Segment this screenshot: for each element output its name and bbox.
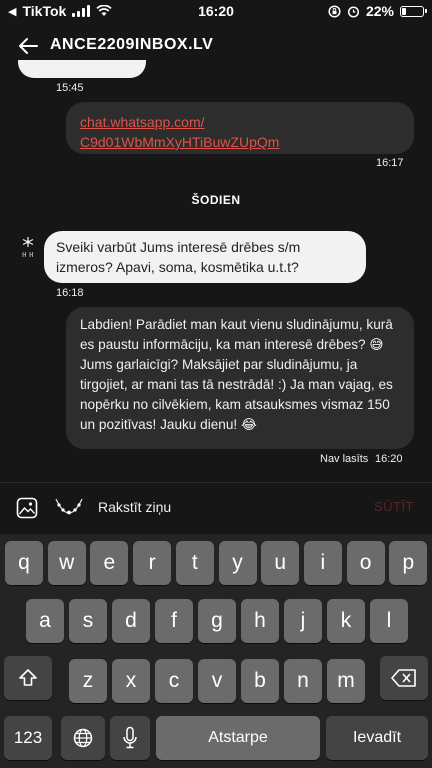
incoming-message-bubble[interactable]: Sveiki varbūt Jums interesē drēbes s/m i… [44,231,366,283]
shift-key[interactable] [4,656,52,700]
key-i[interactable]: i [303,541,342,585]
sticker-icon[interactable] [54,497,84,519]
message-time: 16:18 [56,287,84,299]
message-time: 16:20 [375,453,403,465]
key-j[interactable]: j [284,599,322,643]
back-arrow-icon[interactable] [16,34,40,58]
key-y[interactable]: y [218,541,257,585]
gallery-icon[interactable] [16,497,38,519]
key-l[interactable]: l [370,599,408,643]
key-e[interactable]: e [90,541,129,585]
battery-icon [400,5,427,17]
outgoing-link-bubble[interactable]: chat.whatsapp.com/ C9d01WbMmXyHTiBuwZUpQ… [66,102,414,154]
dictation-key[interactable] [110,716,150,760]
send-button[interactable]: SŪTĪT [374,499,414,514]
microphone-icon [123,726,137,749]
key-a[interactable]: a [26,599,64,643]
key-r[interactable]: r [133,541,172,585]
message-time: 16:17 [376,157,404,169]
key-z[interactable]: z [69,659,107,703]
message-text: Sveiki varbūt Jums interesē drēbes s/m i… [56,239,301,275]
message-text: Labdien! Parādiet man kaut vienu sludinā… [80,317,393,432]
key-o[interactable]: o [346,541,385,585]
key-m[interactable]: m [327,659,365,703]
status-right: 22% [328,3,427,19]
key-n[interactable]: n [284,659,322,703]
key-v[interactable]: v [198,659,236,703]
key-u[interactable]: u [261,541,300,585]
battery-percent: 22% [365,3,394,19]
message-time: 15:45 [56,82,84,94]
key-h[interactable]: h [241,599,279,643]
key-f[interactable]: f [155,599,193,643]
space-key[interactable]: Atstarpe [156,716,320,760]
message-input[interactable]: Rakstīt ziņu [98,499,171,515]
whatsapp-link[interactable]: chat.whatsapp.com/ [80,112,400,132]
backspace-icon [391,669,416,687]
key-q[interactable]: q [5,541,43,585]
whatsapp-link-cont[interactable]: C9d01WbMmXyHTiBuwZUpQm [80,132,400,152]
key-c[interactable]: c [155,659,193,703]
date-divider: ŠODIEN [191,193,241,207]
keyboard: qwertyuiop asdfghjkl zxcvbnm 123 Atstarp… [0,534,432,768]
status-bar: ◀ TikTok 16:20 22% [0,0,432,24]
key-t[interactable]: t [175,541,214,585]
key-s[interactable]: s [69,599,107,643]
key-x[interactable]: x [112,659,150,703]
key-k[interactable]: k [327,599,365,643]
message-composer: Rakstīt ziņu SŪTĪT [0,482,432,535]
numbers-key[interactable]: 123 [4,716,52,760]
shift-icon [19,669,37,686]
key-g[interactable]: g [198,599,236,643]
sender-avatar-icon[interactable] [16,234,40,258]
key-d[interactable]: d [112,599,150,643]
return-key[interactable]: Ievadīt [326,716,428,760]
rotation-lock-icon [328,4,341,18]
key-w[interactable]: w [47,541,86,585]
globe-icon [73,728,93,748]
outgoing-message-bubble[interactable]: Labdien! Parādiet man kaut vienu sludinā… [66,307,414,449]
backspace-key[interactable] [380,656,428,700]
alarm-icon [347,5,360,18]
previous-incoming-bubble [18,60,146,78]
globe-key[interactable] [61,716,105,760]
battery-level-fill [402,7,407,15]
key-b[interactable]: b [241,659,279,703]
read-status: Nav lasīts [320,453,369,465]
key-p[interactable]: p [389,541,428,585]
conversation-title[interactable]: ANCE2209INBOX.LV [50,36,213,54]
